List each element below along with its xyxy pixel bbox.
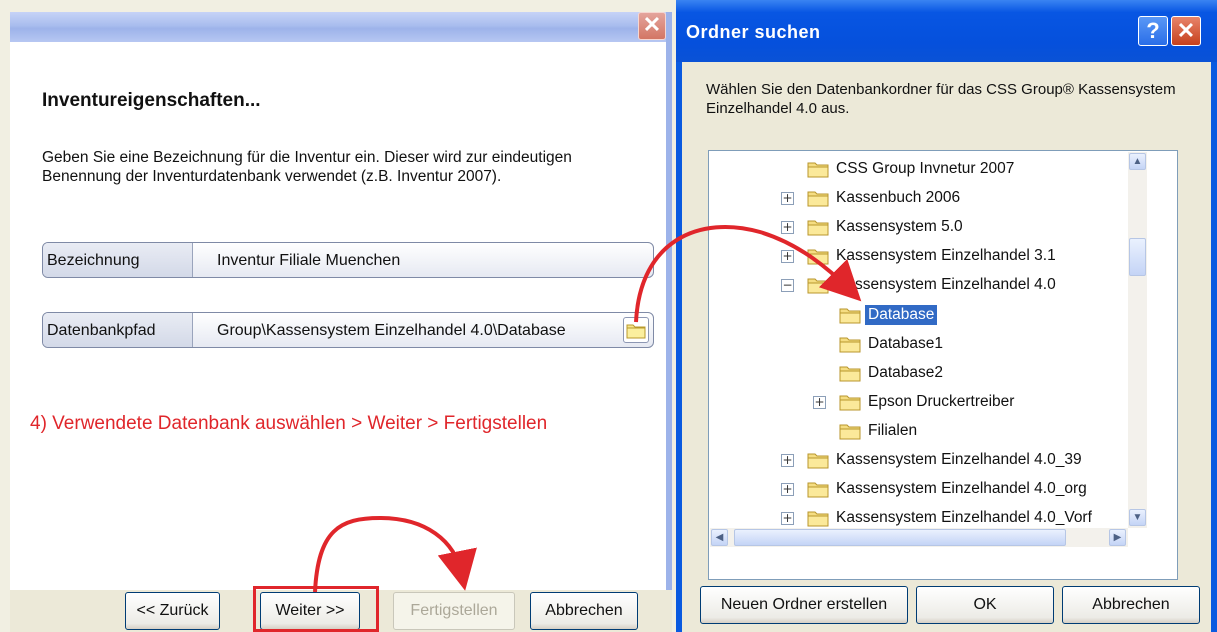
browse-folder-button[interactable] — [623, 317, 649, 343]
folder-icon — [807, 160, 829, 178]
collapse-icon[interactable]: − — [781, 279, 794, 293]
database-path-label: Datenbankpfad — [43, 313, 193, 347]
expand-icon[interactable]: + — [781, 250, 794, 264]
tree-item[interactable]: + Kassensystem Einzelhandel 4.0_39 — [709, 448, 1169, 474]
dialog-close-icon[interactable]: ✕ — [1171, 16, 1201, 46]
tree-item[interactable]: Database1 — [709, 332, 1169, 358]
scroll-right-icon[interactable]: ▶ — [1109, 529, 1126, 546]
tree-item-label: Filialen — [868, 421, 918, 439]
finish-button[interactable]: Fertigstellen — [393, 592, 515, 630]
tree-item[interactable]: Database2 — [709, 361, 1169, 387]
tree-vertical-scrollbar[interactable]: ▲ ▼ — [1128, 152, 1147, 528]
tree-item[interactable]: + Kassensystem Einzelhandel 3.1 — [709, 244, 1169, 270]
tree-item[interactable]: CSS Group Invnetur 2007 — [709, 157, 1169, 183]
instruction-annotation: 4) Verwendete Datenbank auswählen > Weit… — [30, 413, 548, 434]
folder-icon — [807, 509, 829, 527]
wizard-close-icon[interactable]: ✕ — [638, 12, 666, 40]
scroll-left-icon[interactable]: ◀ — [711, 529, 728, 546]
folder-icon — [807, 189, 829, 207]
tree-item-label: Database2 — [868, 363, 943, 381]
folder-icon — [839, 364, 861, 382]
tree-item-label: Kassensystem Einzelhandel 4.0_39 — [836, 451, 1082, 468]
new-folder-button[interactable]: Neuen Ordner erstellen — [700, 586, 908, 624]
folder-tree[interactable]: CSS Group Invnetur 2007 + Kassenbuch 2006 +… — [708, 150, 1178, 580]
tree-item-label: Database1 — [868, 334, 943, 352]
back-button[interactable]: << Zurück — [125, 592, 220, 630]
folder-icon — [807, 451, 829, 469]
folder-icon — [626, 324, 646, 339]
tree-item-label: Database — [865, 304, 938, 325]
tree-item-label: Kassensystem 5.0 — [836, 218, 963, 236]
browse-folder-dialog: Ordner suchen ? ✕ Wählen Sie den Datenba… — [676, 0, 1217, 632]
ok-button[interactable]: OK — [916, 586, 1054, 624]
folder-icon — [839, 393, 861, 411]
wizard-description: Geben Sie eine Bezeichnung für die Inven… — [42, 149, 572, 185]
database-path-field[interactable]: Datenbankpfad Group\Kassensystem Einzelh… — [42, 312, 654, 348]
wizard-titlebar[interactable] — [10, 12, 666, 42]
expand-icon[interactable]: + — [813, 395, 826, 409]
scroll-up-icon[interactable]: ▲ — [1129, 153, 1146, 170]
dialog-title: Ordner suchen — [686, 22, 821, 42]
expand-icon[interactable]: + — [781, 221, 794, 235]
folder-icon — [839, 306, 861, 324]
tree-item-label: Epson Druckertreiber — [868, 392, 1015, 410]
tree-item[interactable]: Database — [709, 303, 1169, 329]
tree-item-label: CSS Group Invnetur 2007 — [836, 160, 1015, 177]
tree-item[interactable]: + Epson Druckertreiber — [709, 390, 1169, 416]
folder-icon — [807, 247, 829, 265]
wizard-heading: Inventureigenschaften... — [42, 90, 261, 111]
scroll-down-icon[interactable]: ▼ — [1129, 509, 1146, 526]
folder-icon — [807, 276, 829, 294]
tree-item[interactable]: + Kassenbuch 2006 — [709, 186, 1169, 212]
expand-icon[interactable]: + — [781, 512, 794, 526]
tree-item-label: Kassenbuch 2006 — [836, 189, 961, 207]
tree-item-label: Kassensystem Einzelhandel 4.0_Vorf — [836, 509, 1092, 527]
tree-item[interactable]: − Kassensystem Einzelhandel 4.0 — [709, 273, 1169, 299]
name-field[interactable]: Bezeichnung Inventur Filiale Muenchen — [42, 242, 654, 278]
tree-item[interactable]: + Kassensystem Einzelhandel 4.0_org — [709, 477, 1169, 503]
folder-icon — [807, 480, 829, 498]
horizontal-scroll-thumb[interactable] — [734, 529, 1066, 546]
help-icon[interactable]: ? — [1138, 16, 1168, 46]
expand-icon[interactable]: + — [781, 454, 794, 467]
tree-item-label: Kassensystem Einzelhandel 4.0_org — [836, 480, 1087, 498]
folder-icon — [807, 218, 829, 236]
database-path-value[interactable]: Group\Kassensystem Einzelhandel 4.0\Data… — [217, 322, 566, 340]
folder-icon — [839, 335, 861, 353]
expand-icon[interactable]: + — [781, 483, 794, 497]
name-field-label: Bezeichnung — [43, 243, 193, 277]
next-button-highlight — [253, 586, 379, 632]
tree-item-label: Kassensystem Einzelhandel 3.1 — [836, 247, 1056, 265]
tree-item[interactable]: + Kassensystem 5.0 — [709, 215, 1169, 241]
wizard-frame-border — [666, 12, 672, 632]
tree-horizontal-scrollbar[interactable]: ◀ ▶ — [710, 528, 1128, 547]
tree-item[interactable]: Filialen — [709, 419, 1169, 445]
dialog-cancel-button[interactable]: Abbrechen — [1062, 586, 1200, 624]
dialog-description: Wählen Sie den Datenbankordner für das C… — [706, 81, 1176, 117]
expand-icon[interactable]: + — [781, 192, 794, 206]
name-field-value[interactable]: Inventur Filiale Muenchen — [217, 252, 400, 270]
scroll-thumb[interactable] — [1129, 238, 1146, 276]
tree-item-label: Kassensystem Einzelhandel 4.0 — [836, 276, 1056, 294]
folder-icon — [839, 422, 861, 440]
cancel-button[interactable]: Abbrechen — [530, 592, 638, 630]
